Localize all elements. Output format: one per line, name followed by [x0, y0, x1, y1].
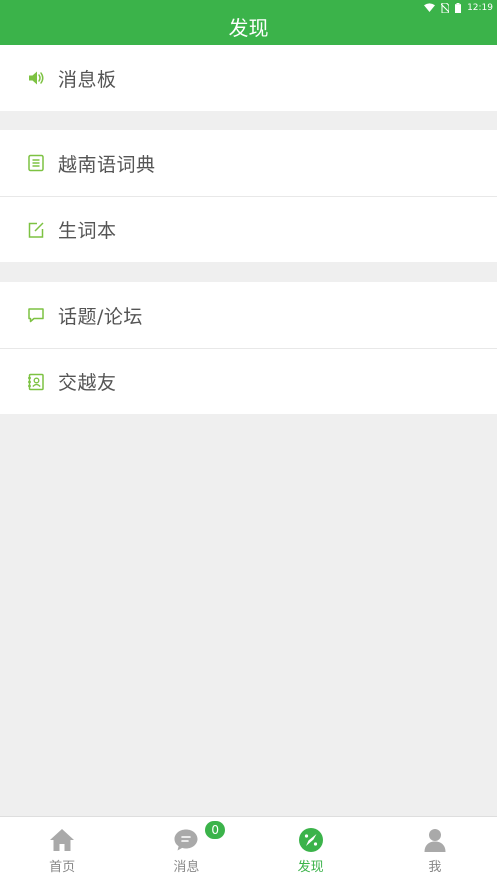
discover-icon [298, 827, 324, 853]
wifi-icon [424, 3, 436, 12]
tab-label: 消息 [173, 860, 200, 875]
bottom-tab-bar: 首页 消息 0 发现 我 [0, 816, 497, 883]
tab-home[interactable]: 首页 [0, 817, 124, 883]
tab-discover[interactable]: 发现 [249, 817, 373, 883]
status-time: 12:19 [467, 2, 493, 13]
tab-label: 首页 [49, 860, 76, 875]
menu-item-label: 消息板 [58, 68, 117, 91]
message-icon [173, 827, 199, 853]
app-header: 12:19 发现 [0, 0, 497, 45]
section-vocabulary: 越南语词典 生词本 [0, 130, 497, 262]
unread-badge: 0 [205, 821, 226, 839]
menu-item-friends[interactable]: 交越友 [0, 348, 497, 414]
menu-item-message-board[interactable]: 消息板 [0, 45, 497, 111]
menu-item-label: 交越友 [58, 372, 117, 394]
page-title: 发现 [228, 16, 269, 40]
notebook-edit-icon [27, 221, 45, 239]
section-message-board: 消息板 [0, 45, 497, 111]
menu-item-label: 越南语词典 [58, 153, 156, 176]
tab-messages[interactable]: 消息 0 [124, 817, 248, 883]
battery-icon [455, 2, 462, 13]
dictionary-icon [27, 154, 45, 172]
menu-item-notebook[interactable]: 生词本 [0, 196, 497, 262]
home-icon [49, 827, 75, 853]
user-icon [422, 827, 448, 853]
chat-bubble-icon [27, 306, 45, 324]
speaker-icon [27, 69, 45, 87]
contacts-icon [27, 373, 45, 391]
menu-item-label: 生词本 [58, 220, 117, 242]
tab-me[interactable]: 我 [373, 817, 497, 883]
tab-label: 发现 [297, 860, 324, 875]
menu-item-label: 话题/论坛 [58, 305, 143, 328]
no-sim-icon [441, 2, 450, 13]
tab-label: 我 [428, 860, 442, 875]
section-community: 话题/论坛 交越友 [0, 282, 497, 414]
menu-item-forum[interactable]: 话题/论坛 [0, 282, 497, 348]
menu-item-dictionary[interactable]: 越南语词典 [0, 130, 497, 196]
status-bar: 12:19 [424, 1, 493, 14]
